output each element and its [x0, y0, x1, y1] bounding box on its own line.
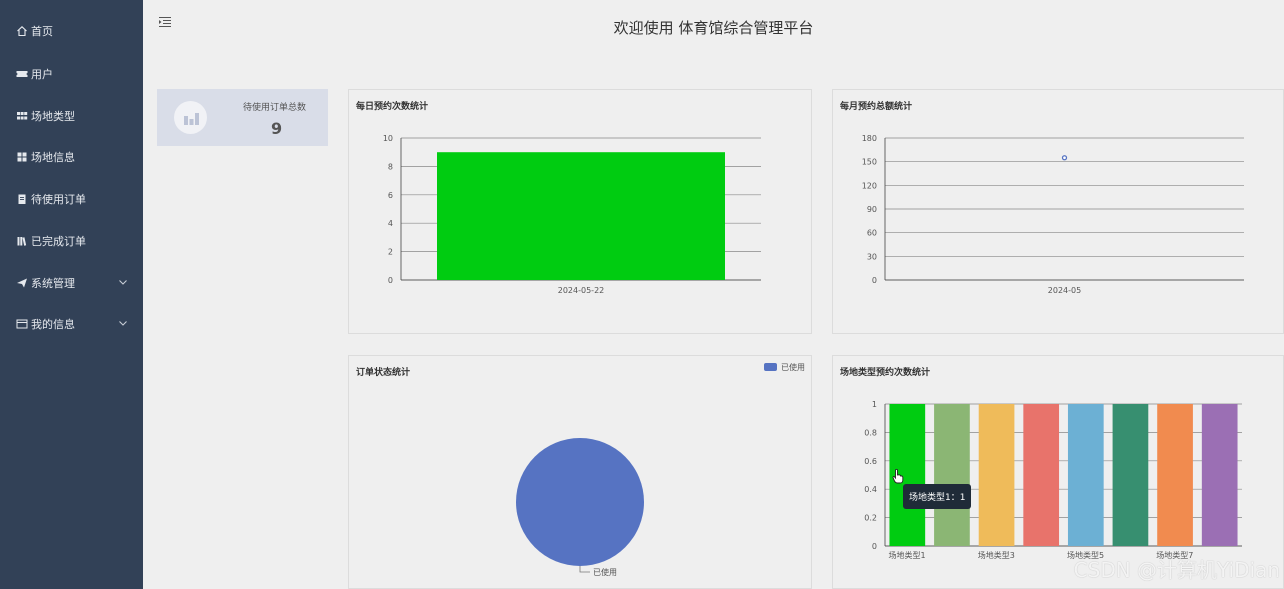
y-tick-label: 8 [388, 162, 393, 171]
bar [1023, 404, 1060, 546]
sidebar-item-label: 首页 [31, 25, 53, 38]
sidebar-item-label: 场地类型 [31, 110, 75, 123]
y-tick-label: 120 [862, 181, 877, 190]
chevron-down-icon [118, 277, 128, 287]
y-tick-label: 0.2 [864, 514, 877, 523]
grid-icon [16, 110, 28, 122]
bar [934, 404, 970, 546]
x-tick-label: 场地类型1 [888, 550, 925, 560]
y-tick-label: 6 [388, 191, 393, 200]
bar [1201, 404, 1238, 546]
bar [437, 152, 725, 280]
y-tick-label: 0.4 [864, 485, 877, 494]
sidebar-item-my-info[interactable]: 我的信息 [0, 310, 143, 338]
y-tick-label: 2 [388, 248, 393, 257]
sidebar-item-pending-orders[interactable]: 待使用订单 [0, 185, 143, 213]
sidebar-item-label: 用户 [31, 68, 53, 81]
watermark: CSDN @计算机YiDian [1073, 558, 1280, 582]
monthly-amount-panel: 每月预约总额统计 0 30 60 90 120 150 180 2024-05 [832, 89, 1284, 334]
header: 欢迎使用 体育馆综合管理平台 [143, 0, 1284, 56]
sidebar-item-label: 系统管理 [31, 277, 75, 290]
sidebar-item-home[interactable]: 首页 [0, 17, 143, 45]
y-tick-label: 0 [872, 276, 877, 285]
stat-value: 9 [271, 119, 283, 138]
clipboard-icon [16, 193, 28, 205]
y-tick-label: 60 [867, 229, 877, 238]
bar [978, 404, 1015, 546]
apps-icon [16, 151, 28, 163]
y-tick-label: 1 [872, 400, 877, 409]
daily-bookings-panel: 每日预约次数统计 0 2 4 6 8 10 2024-05-22 [348, 89, 812, 334]
y-tick-label: 30 [867, 252, 877, 261]
sidebar-item-users[interactable]: 用户 [0, 60, 143, 88]
y-tick-label: 4 [388, 219, 393, 228]
x-tick-label: 场地类型3 [978, 550, 1015, 560]
chart-tooltip: 场地类型1：1 [903, 484, 972, 509]
legend-label: 已使用 [781, 362, 805, 372]
sidebar-item-venue-info[interactable]: 场地信息 [0, 143, 143, 171]
sidebar-item-label: 我的信息 [31, 318, 75, 331]
label-leader-line [579, 566, 590, 573]
chevron-down-icon [118, 318, 128, 328]
stat-label: 待使用订单总数 [243, 103, 307, 113]
sidebar-item-system[interactable]: 系统管理 [0, 269, 143, 297]
page-title: 欢迎使用 体育馆综合管理平台 [613, 19, 814, 37]
y-tick-label: 0.8 [864, 428, 877, 437]
pie-slice [516, 438, 644, 566]
send-icon [16, 277, 28, 289]
sidebar-item-label: 已完成订单 [31, 235, 86, 248]
x-tick-label: 2024-05 [1048, 286, 1081, 295]
order-status-panel: 订单状态统计 已使用 已使用 [348, 355, 812, 589]
data-point [1061, 155, 1068, 161]
sidebar-item-venue-type[interactable]: 场地类型 [0, 102, 143, 130]
bar [1157, 404, 1193, 546]
y-tick-label: 0 [872, 542, 877, 551]
bar [1112, 404, 1149, 546]
y-tick-label: 90 [867, 205, 877, 214]
home-icon [16, 25, 28, 37]
sidebar: 首页 用户 场地类型 场地信息 待使用订单 已完成订单 系统管理 我的信息 [0, 0, 143, 589]
legend-swatch [764, 363, 777, 371]
books-icon [16, 235, 28, 247]
y-tick-label: 180 [862, 134, 877, 143]
bar-chart-icon [174, 101, 207, 134]
pending-orders-card[interactable]: 待使用订单总数 9 [157, 89, 328, 146]
y-tick-label: 10 [383, 134, 393, 143]
monthly-amount-chart: 0 30 60 90 120 150 180 2024-05 [862, 134, 1244, 295]
y-tick-label: 0.6 [864, 457, 877, 466]
bar [1067, 404, 1104, 546]
slice-label: 已使用 [593, 567, 617, 577]
sidebar-item-label: 场地信息 [31, 151, 75, 164]
order-status-chart: 已使用已使用 [516, 362, 805, 577]
daily-bookings-chart: 0 2 4 6 8 10 2024-05-22 [383, 134, 761, 295]
sidebar-item-label: 待使用订单 [31, 193, 86, 206]
x-tick-label: 2024-05-22 [558, 286, 605, 295]
y-tick-label: 150 [862, 158, 877, 167]
ticket-icon [16, 68, 28, 80]
sidebar-item-completed-orders[interactable]: 已完成订单 [0, 227, 143, 255]
y-tick-label: 0 [388, 276, 393, 285]
card-icon [16, 318, 28, 330]
